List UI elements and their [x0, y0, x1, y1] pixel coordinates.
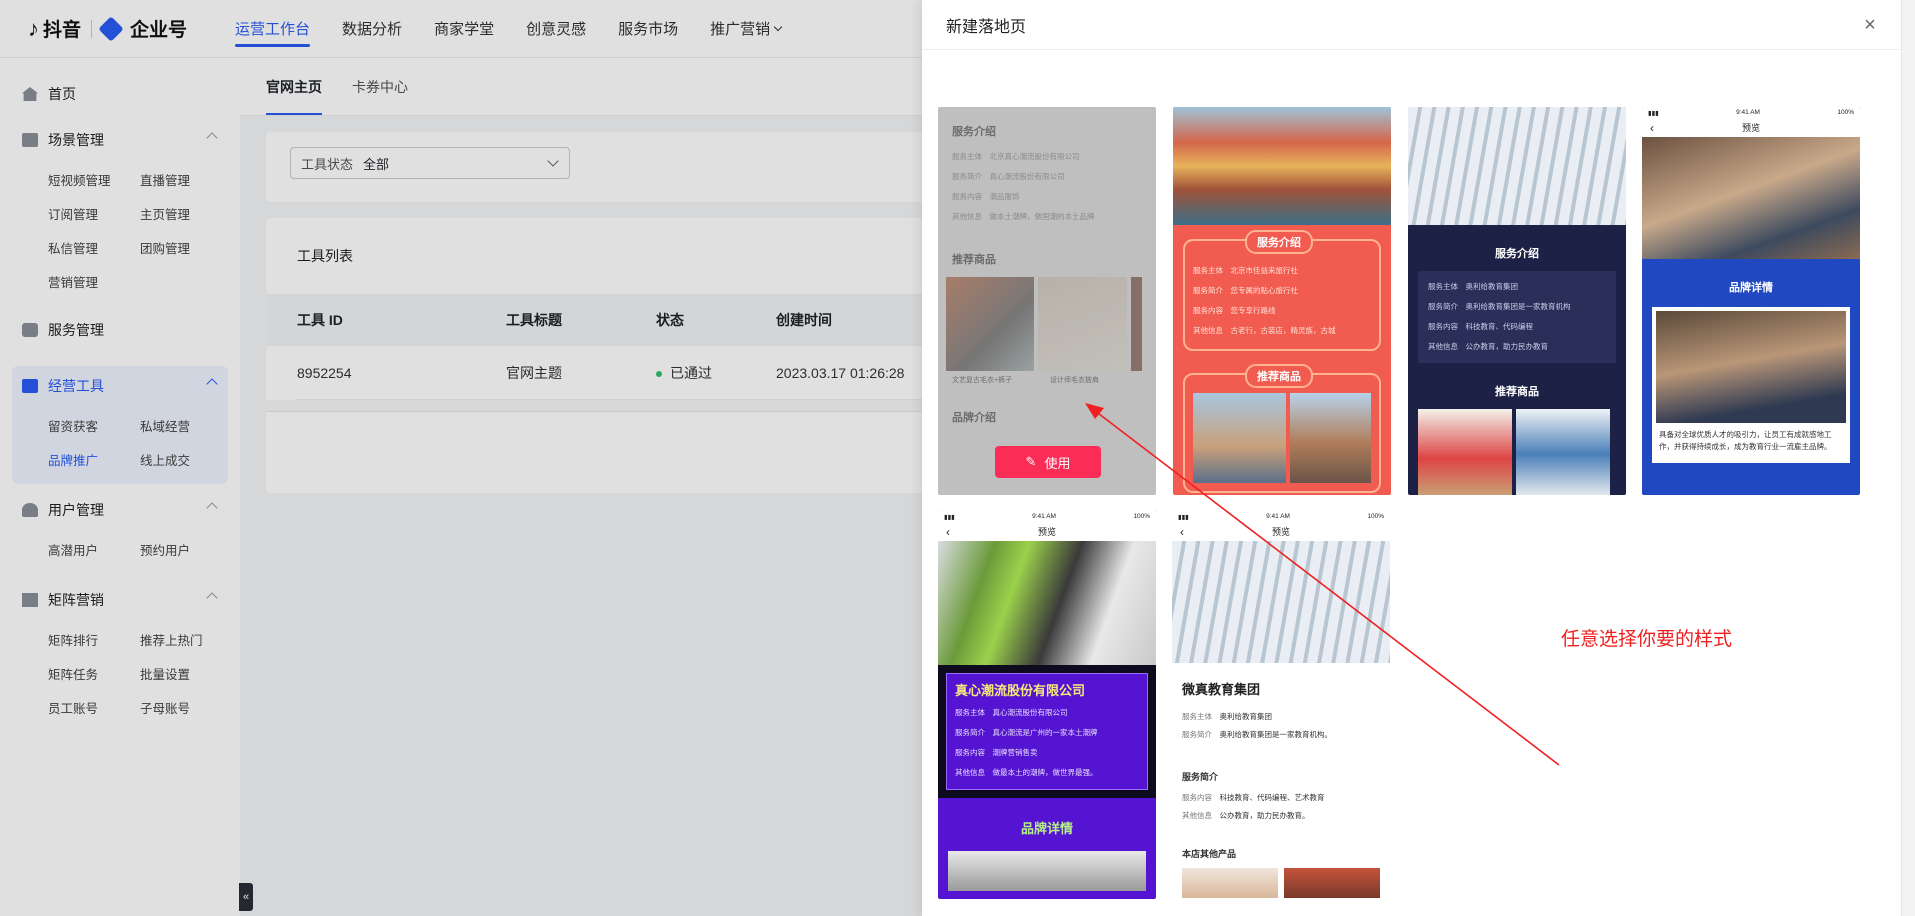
back-icon[interactable]: ‹: [1650, 119, 1654, 137]
info-row: 服务简介 奥利给教育集团是一家教育机构。: [1182, 730, 1332, 739]
product-image: [1182, 868, 1278, 898]
modal-overlay[interactable]: [0, 0, 922, 916]
status-battery: 100%: [1367, 513, 1384, 520]
building-image: [1172, 541, 1390, 663]
product-images: [1182, 868, 1380, 898]
product-images: [1418, 409, 1626, 495]
status-battery: 100%: [1837, 109, 1854, 116]
template-card-3[interactable]: 服务介绍 服务主体 奥利给教育集团 服务简介 奥利给教育集团是一家教育机构 服务…: [1408, 107, 1626, 495]
phone-header: ‹ 预览: [1642, 119, 1860, 137]
brand-detail-panel: 具备对全球优质人才的吸引力，让员工有成就感地工作，并获得持续成长，成为教育行业一…: [1652, 307, 1850, 463]
product-image: [1193, 393, 1286, 483]
phone-header-title: 预览: [1037, 527, 1056, 537]
app-root: ♪ 抖音 企业号 运营工作台 数据分析 商家学堂 创意灵感 服务市场 推广营销 …: [0, 0, 1915, 916]
info-row: 服务主体 奥利给教育集团: [1428, 282, 1518, 291]
section-title: 服务介绍: [1495, 248, 1539, 260]
info-row: 服务简介 您专属的贴心旅行社: [1193, 286, 1298, 295]
annotation-text: 任意选择你要的样式: [1561, 629, 1733, 650]
cliff-town-image: [1173, 107, 1391, 225]
section-title: 推荐商品: [1495, 386, 1539, 398]
info-row: 服务内容 科技教育、代码编程: [1428, 322, 1533, 331]
phone-header-title: 预览: [1741, 123, 1760, 133]
back-icon[interactable]: ‹: [1180, 523, 1184, 541]
edit-icon: ✎: [1025, 454, 1037, 469]
section-badge: 服务介绍: [1245, 230, 1313, 254]
template-card-4[interactable]: ▮▮▮ 9:41 AM 100% ‹ 预览 品牌详情 具备对全球优质人才的吸引力，让员…: [1642, 107, 1860, 495]
classroom-image-2: [1656, 311, 1846, 423]
info-row: 服务简介 奥利给教育集团是一家教育机构: [1428, 302, 1571, 311]
template-card-2[interactable]: 服务介绍 服务主体 北京市佳益来旅行社 服务简介 您专属的贴心旅行社 服务内容 …: [1173, 107, 1391, 495]
product-images: [1193, 393, 1371, 483]
classroom-image: [1642, 137, 1860, 259]
info-row: 服务简介 真心潮流是广州的一家本土潮牌: [955, 728, 1098, 737]
status-time: 9:41 AM: [1266, 513, 1290, 520]
info-row: 其他信息 公办教育，助力民办教育: [1428, 342, 1548, 351]
template-card-1[interactable]: 服务介绍 服务主体 北京真心潮流股份有限公司 服务简介 真心潮流股份有限公司 服…: [938, 107, 1156, 495]
info-row: 服务主体 奥利给教育集团: [1182, 712, 1272, 721]
product-panel: 推荐商品: [1183, 364, 1381, 493]
company-box: 真心潮流股份有限公司 服务主体 真心潮流股份有限公司 服务简介 真心潮流是广州的…: [946, 673, 1148, 790]
info-row: 服务内容 科技教育、代码编程、艺术教育: [1182, 793, 1325, 802]
phone-header: ‹ 预览: [1172, 523, 1390, 541]
status-time: 9:41 AM: [1736, 109, 1760, 116]
status-battery: 100%: [1133, 513, 1150, 520]
signal-icon: ▮▮▮: [1178, 514, 1189, 521]
template-card-5[interactable]: ▮▮▮ 9:41 AM 100% ‹ 预览 真心潮流股份有限公司 服务主体 真心潮流股…: [938, 511, 1156, 899]
service-panel: 服务介绍 服务主体 北京市佳益来旅行社 服务简介 您专属的贴心旅行社 服务内容 …: [1183, 230, 1381, 351]
brand-description: 具备对全球优质人才的吸引力，让员工有成就感地工作，并获得持续成长，成为教育行业一…: [1659, 430, 1832, 451]
back-icon[interactable]: ‹: [946, 523, 950, 541]
building-image: [1408, 107, 1626, 225]
product-image: [1284, 868, 1380, 898]
info-row: 其他信息 做最本土的潮牌，做世界最强。: [955, 768, 1098, 777]
drawer-scrollbar[interactable]: [1901, 0, 1915, 916]
use-button-label: 使用: [1044, 455, 1071, 471]
info-row: 服务内容 您专享行路线: [1193, 306, 1276, 315]
phone-status-bar: ▮▮▮ 9:41 AM 100%: [1172, 511, 1390, 523]
close-icon[interactable]: ×: [1861, 15, 1879, 35]
section-badge: 推荐商品: [1245, 364, 1313, 388]
product-image: [1289, 393, 1371, 483]
product-image: [1516, 409, 1610, 495]
status-time: 9:41 AM: [1032, 513, 1056, 520]
phone-status-bar: ▮▮▮ 9:41 AM 100%: [938, 511, 1156, 523]
section-title: 品牌详情: [1020, 821, 1073, 836]
drawer-header: 新建落地页 ×: [922, 0, 1915, 50]
info-row: 服务内容 潮牌营销售卖: [955, 748, 1038, 757]
product-image: [1418, 409, 1512, 495]
info-row: 其他信息 公办教育，助力民办教育。: [1182, 811, 1310, 820]
service-panel: 服务主体 奥利给教育集团 服务简介 奥利给教育集团是一家教育机构 服务内容 科技…: [1418, 271, 1616, 363]
brand-image: [948, 851, 1146, 891]
company-panel: 真心潮流股份有限公司 服务主体 真心潮流股份有限公司 服务简介 真心潮流是广州的…: [938, 665, 1156, 798]
phone-header-title: 预览: [1271, 527, 1290, 537]
fashion-models-image: [938, 541, 1156, 665]
signal-icon: ▮▮▮: [944, 514, 955, 521]
info-row: 服务主体 北京市佳益来旅行社: [1193, 266, 1298, 275]
section-title: 本店其他产品: [1182, 849, 1237, 859]
company-name: 微真教育集团: [1182, 682, 1261, 697]
phone-header: ‹ 预览: [938, 523, 1156, 541]
company-name: 真心潮流股份有限公司: [955, 683, 1086, 698]
new-landing-page-drawer: 新建落地页 × 服务介绍 服务主体 北京真心潮流股份有限公司 服务简介 真心潮流…: [922, 0, 1915, 916]
section-title: 品牌详情: [1729, 282, 1773, 294]
info-row: 其他信息 古老行，古装店，精灵族，古城: [1193, 326, 1336, 335]
info-row: 服务主体 真心潮流股份有限公司: [955, 708, 1068, 717]
use-template-button[interactable]: ✎ 使用: [995, 446, 1101, 478]
signal-icon: ▮▮▮: [1648, 110, 1659, 117]
template-hover-mask: [938, 107, 1156, 495]
section-title: 服务简介: [1182, 772, 1219, 782]
drawer-title: 新建落地页: [946, 18, 1027, 36]
phone-status-bar: ▮▮▮ 9:41 AM 100%: [1642, 107, 1860, 119]
info-block: 服务主体 奥利给教育集团 服务简介 奥利给教育集团是一家教育机构。 服务简介 服…: [1172, 708, 1390, 898]
template-card-6[interactable]: ▮▮▮ 9:41 AM 100% ‹ 预览 微真教育集团 服务主体 奥利给教育集团 服…: [1172, 511, 1390, 899]
